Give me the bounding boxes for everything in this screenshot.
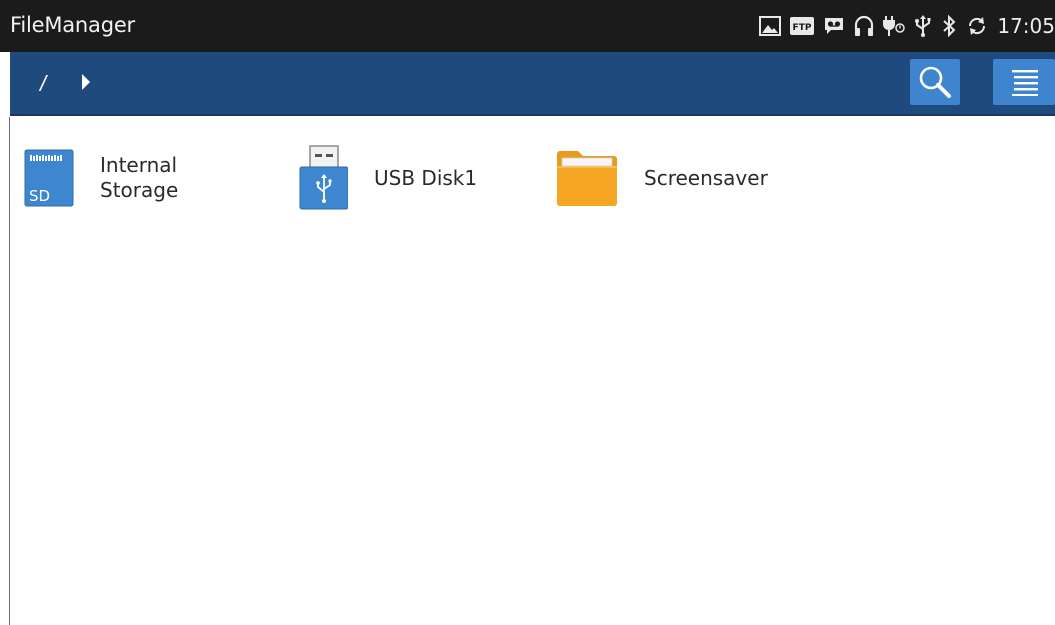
clock: 17:05 <box>997 14 1055 38</box>
gallery-icon <box>759 16 782 36</box>
search-icon <box>919 66 951 98</box>
search-button[interactable] <box>910 59 960 105</box>
breadcrumb-arrow-icon <box>82 74 90 90</box>
sync-icon <box>966 15 988 37</box>
app-title: FileManager <box>10 13 135 37</box>
file-grid: SD Internal Storage USB Disk1 Screensave… <box>10 118 1055 625</box>
screensaver-label: Screensaver <box>644 165 768 190</box>
ftp-icon-label: FTP <box>793 23 812 33</box>
sd-card-icon: SD <box>24 149 74 207</box>
ftp-icon: FTP <box>790 17 815 35</box>
breadcrumb-root[interactable]: / <box>40 71 46 97</box>
sd-card-text: SD <box>29 187 50 205</box>
action-bar: / <box>10 52 1055 116</box>
voicemail-icon <box>823 16 845 36</box>
bluetooth-icon <box>941 15 957 37</box>
menu-button[interactable] <box>993 59 1055 105</box>
usb-disk-label: USB Disk1 <box>374 165 478 190</box>
usb-disk-icon <box>299 145 348 210</box>
status-bar: FileManager FTP 17:05 <box>0 0 1055 52</box>
menu-icon <box>1012 70 1038 96</box>
headset-icon <box>854 15 874 37</box>
status-icons: FTP 17:05 <box>759 14 1055 38</box>
usb-icon <box>914 15 932 37</box>
internal-storage-label: Internal Storage <box>100 153 179 202</box>
internal-storage-item[interactable]: SD Internal Storage <box>24 143 264 213</box>
charging-icon <box>883 15 906 37</box>
usb-disk-item[interactable]: USB Disk1 <box>298 143 538 213</box>
folder-icon <box>557 151 617 206</box>
screensaver-folder-item[interactable]: Screensaver <box>556 143 816 213</box>
